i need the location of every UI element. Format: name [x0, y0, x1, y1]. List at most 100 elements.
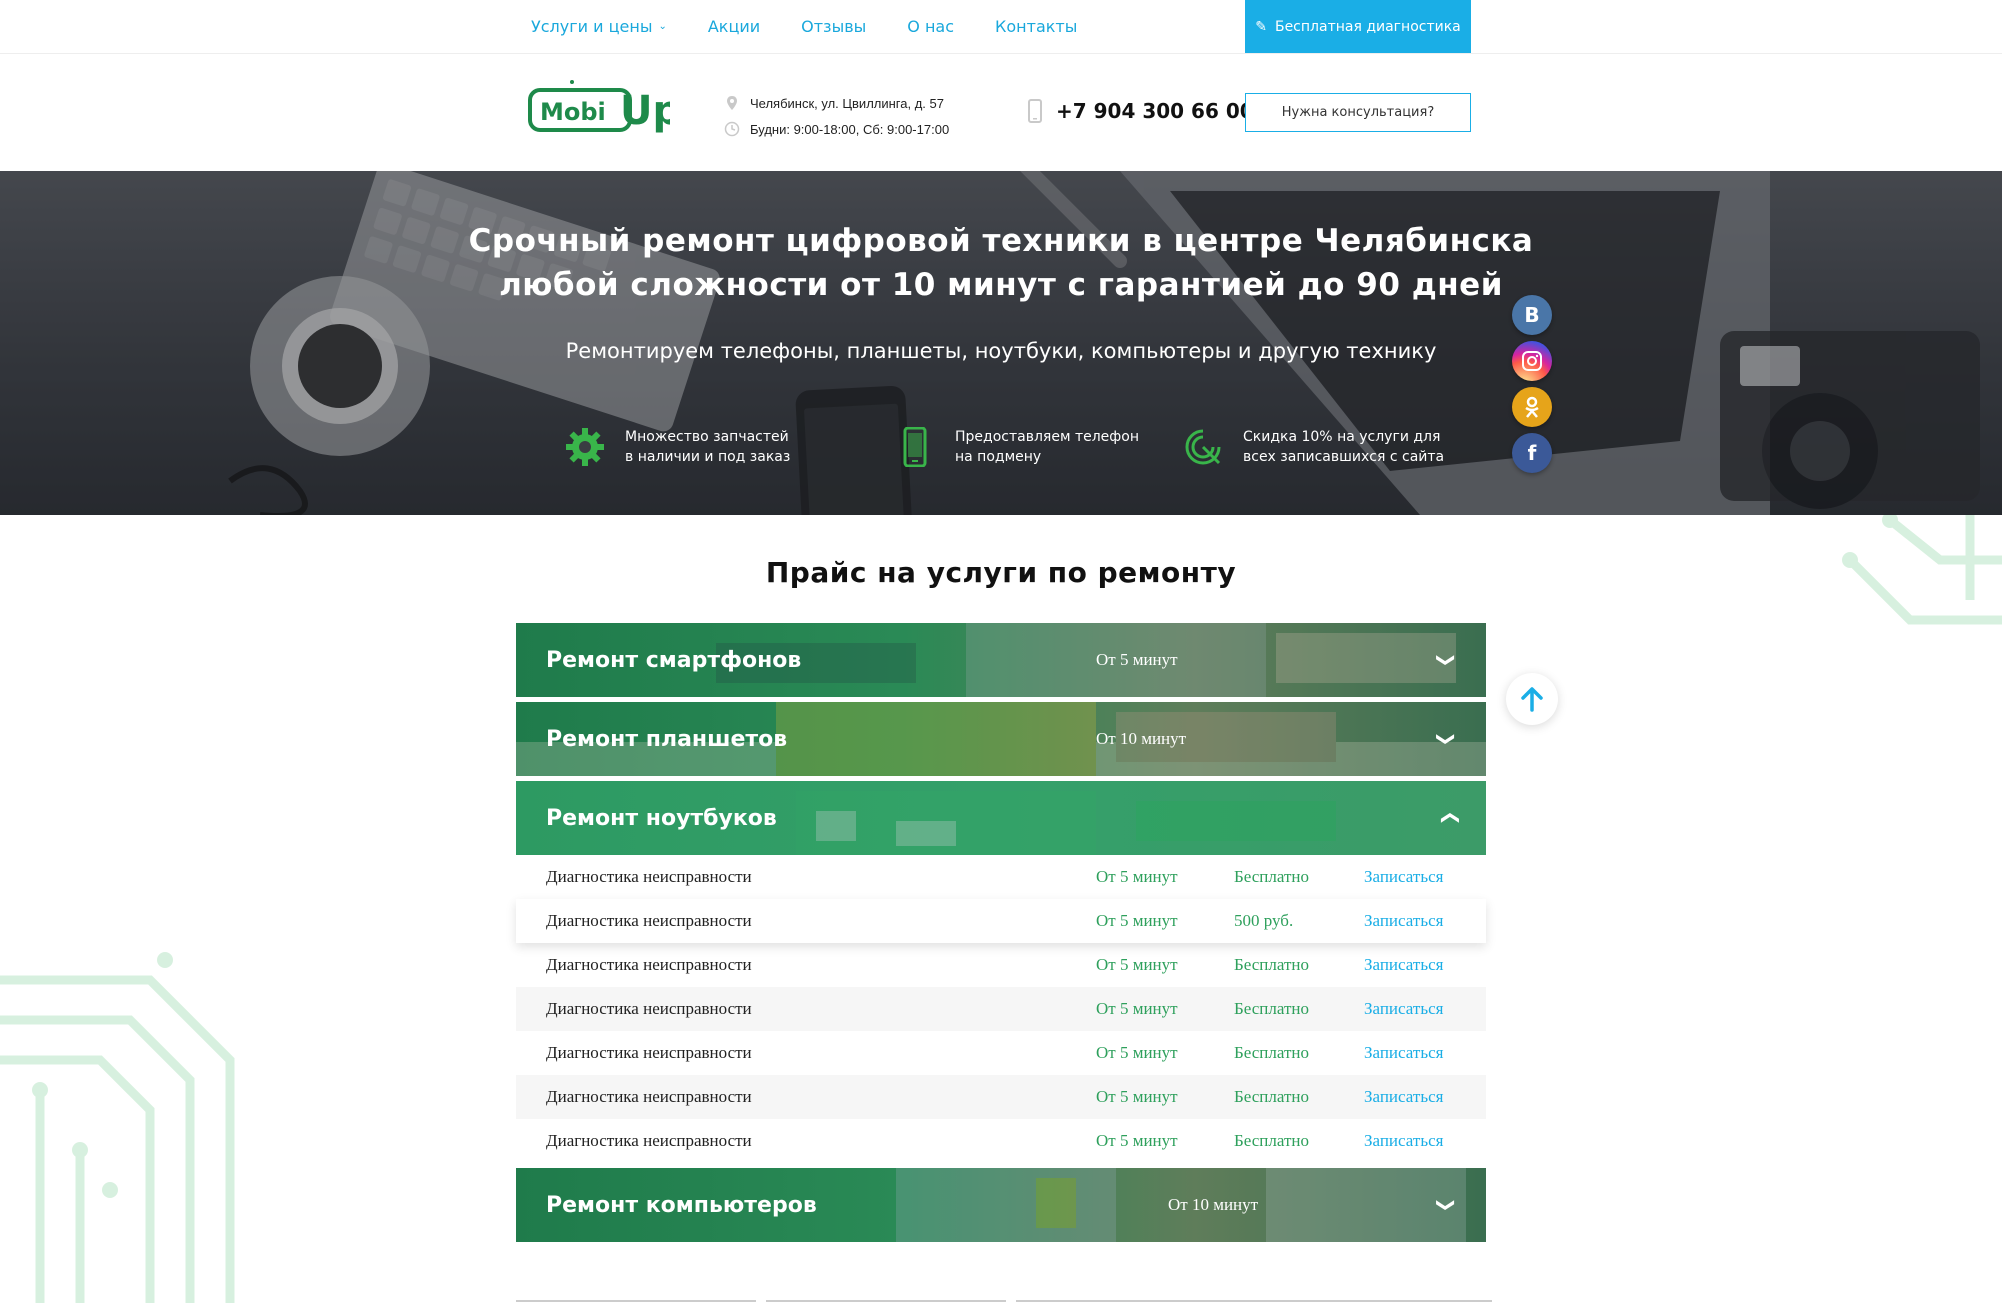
chevron-down-icon: ❯	[1435, 1197, 1457, 1213]
free-diagnostics-button[interactable]: ✎ Бесплатная диагностика	[1245, 0, 1471, 53]
sign-up-link[interactable]: Записаться	[1364, 999, 1443, 1019]
site-header: Mobi Up Челябинск, ул. Цвиллинга, д. 57 …	[0, 53, 2002, 171]
phone-block[interactable]: +7 904 300 66 00	[1028, 99, 1254, 123]
feature-line: Множество запчастей	[625, 429, 789, 445]
hero-banner: Срочный ремонт цифровой техники в центре…	[0, 171, 2002, 515]
phone-number: +7 904 300 66 00	[1056, 99, 1254, 123]
pencil-icon: ✎	[1255, 18, 1267, 35]
hours-text: Будни: 9:00-18:00, Сб: 9:00-17:00	[750, 121, 950, 137]
service-name: Диагностика неисправности	[546, 955, 752, 974]
nav-item-contacts[interactable]: Контакты	[995, 17, 1077, 36]
hero-title-line: любой сложности от 10 минут с гарантией …	[499, 267, 1503, 303]
top-navigation: Услуги и цены ⌄ Акции Отзывы О нас Конта…	[0, 0, 2002, 53]
service-price: Бесплатно	[1234, 999, 1309, 1018]
feature-item: Предоставляем телефон на подмену	[895, 427, 1139, 467]
sign-up-link[interactable]: Записаться	[1364, 911, 1443, 931]
facebook-button[interactable]: f	[1512, 433, 1552, 473]
free-diagnostics-label: Бесплатная диагностика	[1274, 18, 1461, 35]
category-title: Ремонт смартфонов	[546, 647, 802, 673]
price-section-title: Прайс на услуги по ремонту	[765, 556, 1237, 589]
nav-item-reviews[interactable]: Отзывы	[801, 17, 866, 36]
table-row: Диагностика неисправности От 5 минут Бес…	[516, 1031, 1486, 1075]
scroll-to-top-button[interactable]	[1506, 673, 1558, 725]
svg-text:Mobi: Mobi	[540, 98, 606, 126]
sign-up-link[interactable]: Записаться	[1364, 955, 1443, 975]
sign-up-link[interactable]: Записаться	[1364, 1131, 1443, 1151]
accordion-header-smartphones[interactable]: Ремонт смартфонов От 5 минут ❯	[516, 623, 1486, 697]
chevron-down-icon: ❯	[1435, 652, 1457, 668]
hero-title-line: Срочный ремонт цифровой техники в центре…	[468, 223, 1534, 259]
nav-item-label: Акции	[707, 17, 761, 36]
hero-title: Срочный ремонт цифровой техники в центре…	[0, 219, 2002, 307]
table-row: Диагностика неисправности От 5 минут Бес…	[516, 1075, 1486, 1119]
gear-icon	[566, 428, 604, 466]
sign-up-link[interactable]: Записаться	[1364, 1087, 1443, 1107]
nav-item-promotions[interactable]: Акции	[708, 17, 760, 36]
nav-item-about[interactable]: О нас	[907, 17, 954, 36]
consultation-button[interactable]: Нужна консультация?	[1245, 93, 1471, 132]
svg-text:Up: Up	[620, 88, 670, 134]
phone-icon	[903, 427, 927, 467]
address-text: Челябинск, ул. Цвиллинга, д. 57	[750, 95, 944, 111]
chevron-down-icon: ❯	[1435, 731, 1457, 747]
chevron-down-icon: ⌄	[658, 21, 667, 32]
category-time: От 10 минут	[1096, 729, 1187, 748]
sign-up-link[interactable]: Записаться	[1364, 867, 1443, 887]
service-time: От 5 минут	[1096, 911, 1178, 930]
logo[interactable]: Mobi Up	[528, 76, 681, 138]
facebook-icon: f	[1527, 441, 1537, 465]
accordion-header-computers[interactable]: Ремонт компьютеров От 10 минут ❯	[516, 1168, 1486, 1242]
table-row: Диагностика неисправности От 5 минут Бес…	[516, 855, 1486, 899]
service-price: Бесплатно	[1234, 1087, 1309, 1106]
feature-list: Множество запчастей в наличии и под зака…	[565, 427, 1465, 477]
price-accordion: Ремонт смартфонов От 5 минут ❯ Ремонт пл…	[516, 623, 1486, 1247]
location-pin-icon	[727, 96, 737, 110]
vk-button[interactable]: B	[1512, 295, 1552, 335]
service-time: От 5 минут	[1096, 955, 1178, 974]
service-price: Бесплатно	[1234, 1131, 1309, 1150]
nav-item-label: Услуги и цены	[531, 17, 653, 36]
accordion-header-tablets[interactable]: Ремонт планшетов От 10 минут ❯	[516, 702, 1486, 776]
vk-icon: B	[1524, 303, 1540, 327]
instagram-icon	[1522, 351, 1542, 371]
arrow-up-icon	[1521, 687, 1543, 712]
nav-menu: Услуги и цены ⌄ Акции Отзывы О нас Конта…	[531, 0, 1118, 53]
mobile-phone-icon	[1028, 99, 1042, 123]
service-name: Диагностика неисправности	[546, 911, 752, 930]
service-name: Диагностика неисправности	[546, 1131, 752, 1150]
service-time: От 5 минут	[1096, 1131, 1178, 1150]
nav-item-label: Контакты	[995, 17, 1078, 36]
service-price: Бесплатно	[1234, 867, 1309, 886]
table-row: Диагностика неисправности От 5 минут Бес…	[516, 987, 1486, 1031]
table-row: Диагностика неисправности От 5 минут Бес…	[516, 1119, 1486, 1163]
section-divider	[516, 1300, 1492, 1302]
feature-line: Скидка 10% на услуги для	[1243, 429, 1441, 445]
feature-line: Предоставляем телефон	[955, 429, 1139, 445]
service-name: Диагностика неисправности	[546, 999, 752, 1018]
feature-text: Скидка 10% на услуги для всех записавших…	[1243, 427, 1444, 467]
address-line: Челябинск, ул. Цвиллинга, д. 57	[724, 90, 949, 116]
nav-item-services[interactable]: Услуги и цены ⌄	[531, 17, 667, 36]
price-table: Диагностика неисправности От 5 минут Бес…	[516, 855, 1486, 1163]
odnoklassniki-icon	[1525, 396, 1539, 418]
service-name: Диагностика неисправности	[546, 1043, 752, 1062]
service-time: От 5 минут	[1096, 1087, 1178, 1106]
odnoklassniki-button[interactable]	[1512, 387, 1552, 427]
feature-line: на подмену	[955, 449, 1042, 465]
instagram-button[interactable]	[1512, 341, 1552, 381]
category-title: Ремонт ноутбуков	[546, 805, 777, 831]
consultation-label: Нужна консультация?	[1281, 105, 1435, 120]
discount-icon	[1185, 429, 1221, 465]
feature-item: Множество запчастей в наличии и под зака…	[565, 427, 790, 467]
service-price: 500 руб.	[1234, 911, 1294, 930]
accordion-header-laptops[interactable]: Ремонт ноутбуков ❯	[516, 781, 1486, 855]
category-title: Ремонт компьютеров	[546, 1192, 817, 1218]
service-name: Диагностика неисправности	[546, 867, 752, 886]
sign-up-link[interactable]: Записаться	[1364, 1043, 1443, 1063]
service-time: От 5 минут	[1096, 1043, 1178, 1062]
category-time: От 10 минут	[1168, 1195, 1259, 1214]
service-price: Бесплатно	[1234, 1043, 1309, 1062]
feature-item: Скидка 10% на услуги для всех записавших…	[1183, 427, 1444, 467]
chevron-up-icon: ❯	[1437, 810, 1459, 826]
feature-line: в наличии и под заказ	[625, 449, 791, 465]
